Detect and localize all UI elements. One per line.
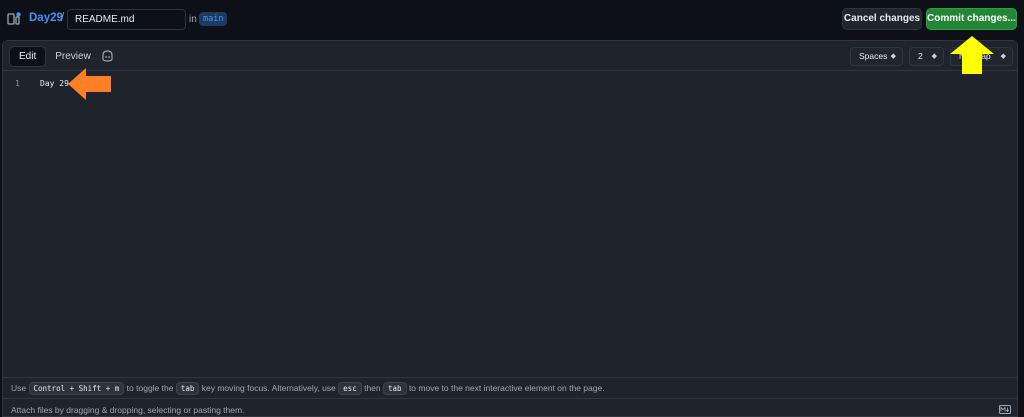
editor-toolbar: Edit Preview Spaces ◆ 2 ◆ No wrap ◆ [3,41,1017,71]
indent-size-select[interactable]: 2 ◆ [909,47,944,66]
commit-changes-button[interactable]: Commit changes... [926,8,1017,30]
orange-annotation-arrow-icon [68,68,111,100]
breadcrumb-separator: / [61,12,65,24]
tab-edit[interactable]: Edit [9,46,47,67]
editor-panel: Edit Preview Spaces ◆ 2 ◆ No wrap ◆ [2,40,1018,417]
chevron-updown-icon: ◆ [1000,53,1006,60]
repo-breadcrumb-link[interactable]: Day29 [29,12,63,24]
tip-text: Use [11,383,27,393]
branch-badge[interactable]: main [199,12,228,26]
line-number: 1 [15,79,20,88]
indent-mode-select[interactable]: Spaces ◆ [850,47,903,66]
cancel-changes-button[interactable]: Cancel changes [842,8,922,30]
indent-size-value: 2 [918,51,923,61]
code-line[interactable]: Day 29 [40,79,69,88]
edit-preview-tabs: Edit Preview [9,46,100,67]
tip-text: then [364,383,381,393]
tab-preview[interactable]: Preview [46,46,100,67]
kbd-esc: esc [338,382,362,396]
tip-text: to move to the next interactive element … [408,383,605,393]
file-tree-icon[interactable] [7,12,21,26]
attach-files-text: Attach files by dragging & dropping, sel… [11,405,245,415]
chevron-updown-icon: ◆ [890,53,896,60]
keyboard-tip: Use Control + Shift + m to toggle the ta… [3,377,1017,398]
indent-mode-value: Spaces [859,51,888,61]
tip-text: key moving focus. Alternatively, use [201,383,336,393]
code-editor[interactable]: 1 Day 29 [3,72,1017,377]
markdown-icon [999,405,1011,414]
kbd-tab: tab [383,382,407,396]
kbd-tab: tab [175,382,200,396]
in-label: in [189,14,197,25]
editor-page: Day29 / README.md in main Cancel changes… [0,0,1024,417]
yellow-annotation-arrow-icon [950,36,994,74]
kbd-shortcut: Control + Shift + m [28,382,125,396]
copilot-icon[interactable] [101,50,114,62]
attach-files-bar[interactable]: Attach files by dragging & dropping, sel… [3,398,1017,417]
top-bar: Day29 / README.md in main Cancel changes… [0,0,1024,38]
chevron-updown-icon: ◆ [931,53,937,60]
filename-input[interactable]: README.md [67,9,186,30]
tip-text: to toggle the [126,383,174,393]
